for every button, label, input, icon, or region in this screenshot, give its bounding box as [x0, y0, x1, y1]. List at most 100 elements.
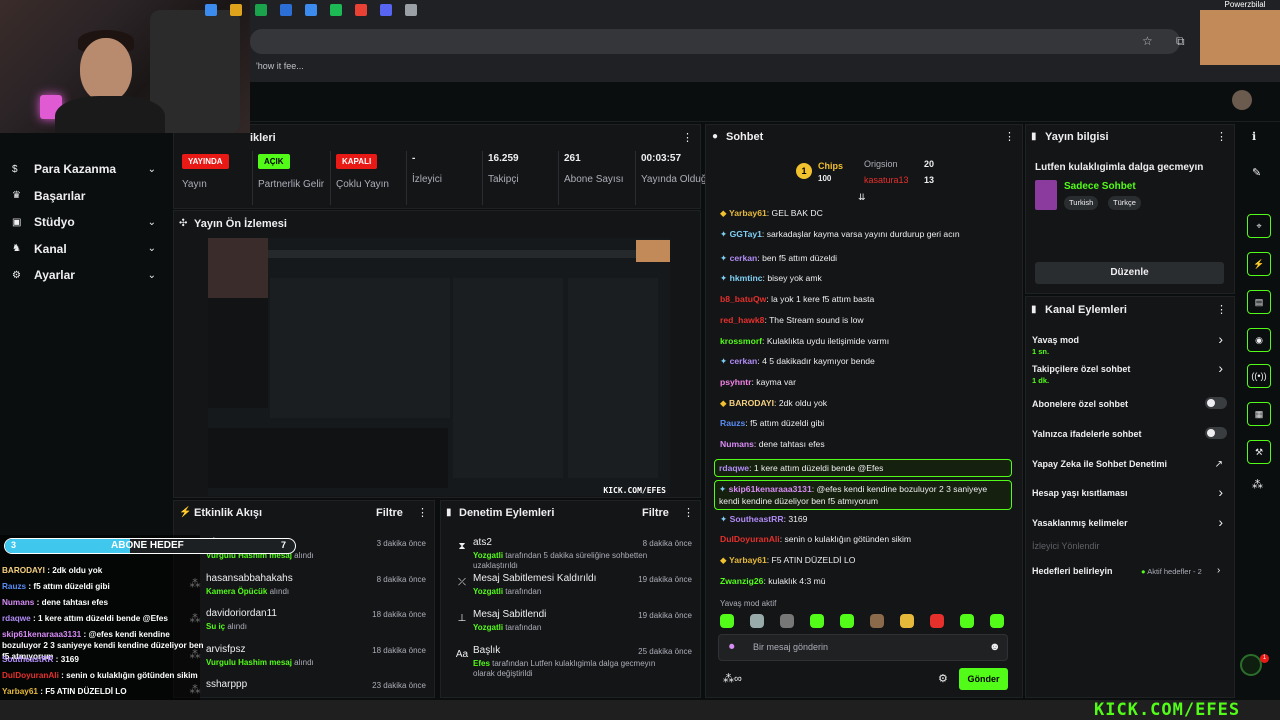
chat-username[interactable]: Rauzs — [720, 418, 745, 428]
more-icon[interactable]: ⋮ — [417, 506, 428, 519]
chevron-down-icon[interactable]: ⌄ — [148, 164, 156, 175]
target-icon[interactable]: ⌖ — [1247, 214, 1271, 238]
send-button[interactable]: Gönder — [959, 668, 1008, 690]
chat-username[interactable]: hkmtinc — [730, 273, 763, 283]
channel-action[interactable]: Abonelere özel sohbet — [1032, 397, 1227, 423]
moderator-name[interactable]: Efes — [473, 659, 490, 668]
emote-button[interactable] — [960, 614, 974, 628]
emoji-icon[interactable]: ☻ — [989, 641, 1001, 653]
channel-action[interactable]: Takipçilere özel sohbet 1 dk. › — [1032, 360, 1227, 388]
sidebar-item-3[interactable]: ▣ Stüdyo ⌄ — [0, 211, 170, 233]
more-icon[interactable]: ⋮ — [1216, 303, 1227, 316]
chevron-down-icon[interactable]: ⌄ — [148, 217, 156, 228]
external-link-icon[interactable]: ↗ — [1215, 459, 1223, 470]
chat-username[interactable]: b8_batuQw — [720, 294, 766, 304]
info-icon[interactable]: ℹ — [1252, 130, 1256, 143]
channel-action[interactable]: Yavaş mod 1 sn. › — [1032, 331, 1227, 359]
chat-username[interactable]: krossmorf — [720, 336, 762, 346]
chat-username[interactable]: psyhntr — [720, 377, 752, 387]
chat-username[interactable]: Yarbay61 — [729, 208, 767, 218]
chat-username[interactable]: GGTay1 — [730, 229, 762, 239]
chat-username[interactable]: cerkan — [730, 253, 758, 263]
goals-label[interactable]: Hedefleri belirleyin — [1032, 566, 1113, 576]
chevron-right-icon[interactable]: › — [1218, 514, 1223, 530]
taskbar-app-icon[interactable] — [380, 4, 392, 16]
chat-username[interactable]: rdaqwe — [719, 463, 749, 473]
toggle-switch[interactable] — [1205, 397, 1227, 409]
emote-button[interactable] — [810, 614, 824, 628]
channel-action[interactable]: Yalnızca ifadelerle sohbet — [1032, 427, 1227, 453]
users-icon[interactable]: ⁂ — [1252, 478, 1263, 491]
doc-icon[interactable]: ▤ — [1247, 290, 1271, 314]
tools-icon[interactable]: ⚒ — [1247, 440, 1271, 464]
bookmark-item[interactable]: 'how it fee... — [256, 61, 304, 71]
chevron-right-icon[interactable]: › — [1218, 484, 1223, 500]
event-user[interactable]: hasansabbahakahs — [206, 573, 293, 584]
chat-settings-icon[interactable]: ⚙ — [938, 672, 948, 685]
bolt-icon[interactable]: ⚡ — [1247, 252, 1271, 276]
edit-button[interactable]: Düzenle — [1035, 262, 1224, 284]
more-icon[interactable]: ⋮ — [682, 131, 693, 144]
layout-icon[interactable]: ▦ — [1247, 402, 1271, 426]
emote-button[interactable] — [900, 614, 914, 628]
moderator-name[interactable]: Yozgatli — [473, 623, 503, 632]
moderator-name[interactable]: Yozgatli — [473, 551, 503, 560]
event-filter-button[interactable]: Filtre — [376, 507, 403, 519]
event-user[interactable]: ssharppp — [206, 679, 247, 690]
category-name[interactable]: Sadece Sohbet — [1064, 181, 1136, 192]
tag-turkish[interactable]: Turkish — [1064, 196, 1099, 210]
chevron-right-icon[interactable]: › — [1217, 565, 1220, 576]
more-icon[interactable]: ⋮ — [1004, 130, 1015, 143]
address-bar[interactable] — [250, 29, 1180, 54]
chat-username[interactable]: BARODAYI — [729, 398, 774, 408]
chat-bubble-icon[interactable]: ◉ — [1247, 328, 1271, 352]
toggle-switch[interactable] — [1205, 427, 1227, 439]
channel-action[interactable]: Hesap yaşı kısıtlaması › — [1032, 484, 1227, 512]
expand-leaderboard-icon[interactable]: ⇊ — [858, 192, 866, 203]
moderation-filter-button[interactable]: Filtre — [642, 507, 669, 519]
emote-button[interactable] — [750, 614, 764, 628]
bookmark-star-icon[interactable]: ☆ — [1142, 34, 1153, 48]
taskbar-app-icon[interactable] — [280, 4, 292, 16]
chat-username[interactable]: DulDoyuranAli — [720, 534, 780, 544]
chevron-right-icon[interactable]: › — [1218, 331, 1223, 347]
more-icon[interactable]: ⋮ — [1216, 130, 1227, 143]
chat-username[interactable]: red_hawk8 — [720, 315, 764, 325]
emote-button[interactable] — [930, 614, 944, 628]
chat-username[interactable]: Zwanzig26 — [720, 576, 763, 586]
broadcast-icon[interactable]: ((•)) — [1247, 364, 1271, 388]
edit-icon[interactable]: ✎ — [1252, 166, 1261, 179]
chat-username[interactable]: cerkan — [730, 356, 758, 366]
channel-action[interactable]: Yasaklanmış kelimeler › — [1032, 514, 1227, 542]
sidebar-item-4[interactable]: ♞ Kanal ⌄ — [0, 238, 170, 260]
chat-input[interactable]: ⏺ Bir mesaj gönderin ☻ — [718, 634, 1008, 661]
taskbar-app-icon[interactable] — [355, 4, 367, 16]
user-avatar[interactable] — [1232, 90, 1252, 110]
emote-button[interactable] — [720, 614, 734, 628]
chat-username[interactable]: skip61kenaraaa3131 — [729, 484, 812, 494]
event-user[interactable]: arvisfpsz — [206, 644, 245, 655]
moderator-name[interactable]: Yozgatli — [473, 587, 503, 596]
chevron-down-icon[interactable]: ⌄ — [148, 270, 156, 281]
taskbar-app-icon[interactable] — [255, 4, 267, 16]
taskbar-app-icon[interactable] — [205, 4, 217, 16]
chevron-down-icon[interactable]: ⌄ — [148, 243, 156, 254]
leader-2-name[interactable]: kasatura13 — [864, 175, 909, 185]
more-icon[interactable]: ⋮ — [683, 506, 694, 519]
sidebar-item-1[interactable]: $ Para Kazanma ⌄ — [0, 158, 170, 180]
stream-preview-video[interactable]: KICK.COM/EFES — [208, 238, 670, 496]
emote-button[interactable] — [870, 614, 884, 628]
emote-button[interactable] — [780, 614, 794, 628]
support-icon[interactable] — [1240, 654, 1262, 676]
extensions-icon[interactable]: ⧉ — [1176, 34, 1185, 49]
emote-button[interactable] — [840, 614, 854, 628]
tag-turkce[interactable]: Türkçe — [1108, 196, 1141, 210]
chevron-right-icon[interactable]: › — [1218, 360, 1223, 376]
channel-action[interactable]: Yapay Zeka ile Sohbet Denetimi ↗ — [1032, 457, 1227, 483]
leader-1-name[interactable]: Origsion — [864, 159, 898, 169]
chat-username[interactable]: Numans — [720, 439, 754, 449]
chat-users-icon[interactable]: ⁂∞ — [723, 672, 742, 685]
taskbar-app-icon[interactable] — [230, 4, 242, 16]
chat-username[interactable]: SoutheastRR — [730, 514, 784, 524]
taskbar-app-icon[interactable] — [330, 4, 342, 16]
